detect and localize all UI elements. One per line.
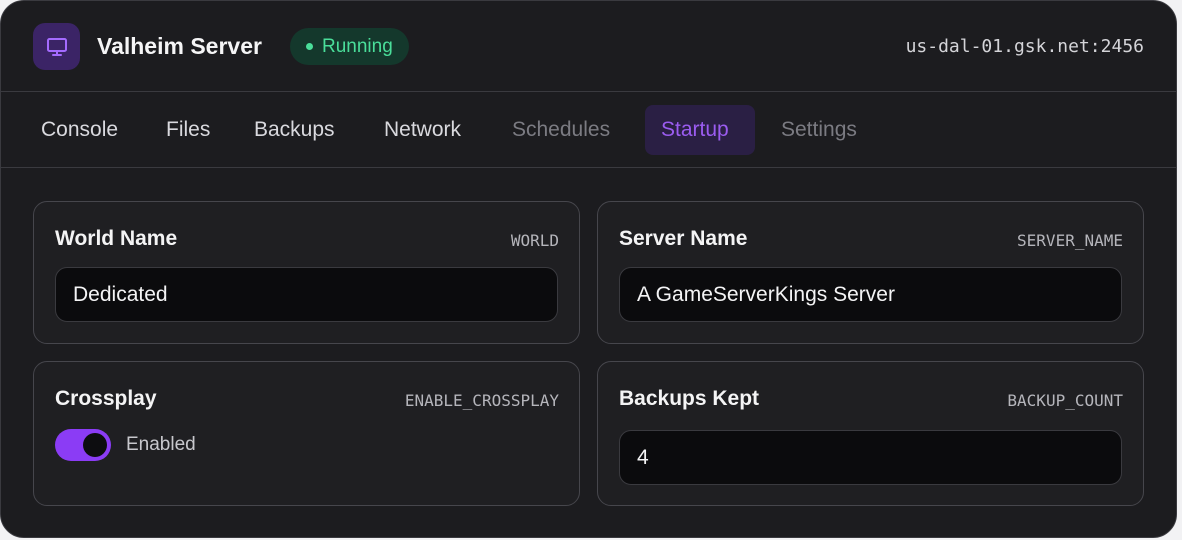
tab-bar: Console Files Backups Network Schedules …	[1, 92, 1176, 168]
server-title: Valheim Server	[97, 33, 262, 59]
tab-startup[interactable]: Startup	[645, 105, 755, 155]
variable-env-name: WORLD	[510, 231, 559, 250]
variable-card-server-name: Server Name SERVER_NAME A GameServerKing…	[597, 201, 1144, 344]
variable-card-backups-kept: Backups Kept BACKUP_COUNT 4	[597, 361, 1144, 506]
server-name-input[interactable]: A GameServerKings Server	[619, 267, 1122, 322]
variable-env-name: SERVER_NAME	[1017, 231, 1123, 250]
status-label: Running	[322, 35, 393, 57]
world-name-input[interactable]: Dedicated	[55, 267, 558, 322]
tab-settings[interactable]: Settings	[765, 105, 873, 155]
status-dot-icon	[306, 43, 313, 50]
status-badge: Running	[290, 28, 409, 65]
backups-kept-input[interactable]: 4	[619, 430, 1122, 485]
tab-network[interactable]: Network	[368, 105, 477, 155]
server-panel-window: Valheim Server Running us-dal-01.gsk.net…	[0, 0, 1177, 538]
tab-console[interactable]: Console	[25, 105, 134, 155]
crossplay-toggle[interactable]	[55, 429, 111, 461]
variable-label: World Name	[55, 227, 178, 250]
crossplay-state-label: Enabled	[126, 434, 196, 455]
variable-label: Backups Kept	[619, 387, 760, 410]
variable-card-crossplay: Crossplay ENABLE_CROSSPLAY Enabled	[33, 361, 580, 506]
tab-schedules[interactable]: Schedules	[496, 105, 626, 155]
variable-label: Crossplay	[55, 387, 157, 410]
variable-env-name: BACKUP_COUNT	[1007, 391, 1123, 410]
variable-label: Server Name	[619, 227, 748, 250]
server-header: Valheim Server Running us-dal-01.gsk.net…	[1, 1, 1176, 92]
monitor-icon	[33, 23, 80, 70]
tab-files[interactable]: Files	[150, 105, 226, 155]
variable-card-world-name: World Name WORLD Dedicated	[33, 201, 580, 344]
tab-backups[interactable]: Backups	[238, 105, 351, 155]
variable-env-name: ENABLE_CROSSPLAY	[404, 391, 559, 410]
server-address: us-dal-01.gsk.net:2456	[905, 36, 1144, 57]
toggle-knob	[83, 433, 107, 457]
